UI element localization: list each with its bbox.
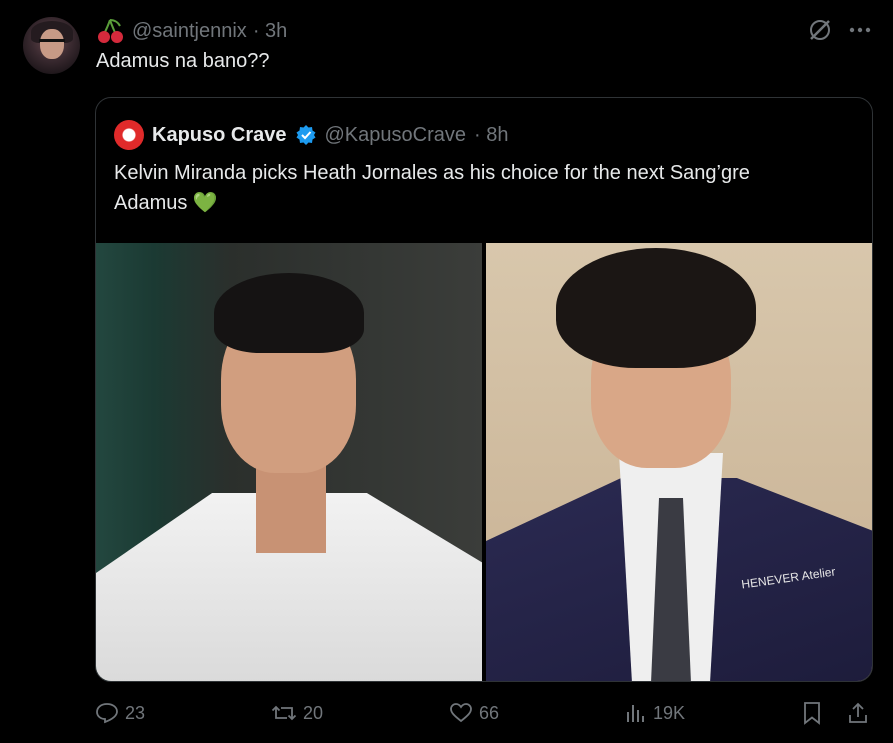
hair-left [214, 273, 364, 353]
hair-right [556, 248, 756, 368]
reply-button[interactable]: 23 [95, 698, 145, 728]
quoted-tweet-media: HENEVER Atelier [96, 243, 872, 681]
quoted-author-handle[interactable]: @KapusoCrave [325, 124, 466, 147]
repost-count: 20 [303, 702, 324, 723]
grok-icon[interactable] [807, 17, 833, 43]
reply-icon [96, 703, 118, 724]
quoted-author-name[interactable]: Kapuso Crave [152, 124, 287, 147]
views-button[interactable]: 19K [625, 698, 685, 728]
author-avatar[interactable] [23, 17, 80, 74]
photo-left[interactable] [96, 243, 482, 681]
avatar-glasses [39, 39, 65, 48]
view-count: 19K [653, 702, 686, 723]
verified-badge-icon [296, 125, 315, 145]
kapuso-logo-icon[interactable] [114, 120, 144, 150]
tweet-header: @saintjennix · 3h [96, 17, 287, 45]
share-button[interactable] [847, 698, 869, 728]
repost-icon [271, 705, 297, 721]
tweet-text: Adamus na bano?? [96, 50, 270, 72]
tweet-time[interactable]: · 3h [253, 20, 287, 43]
quoted-tweet-line-2: Adamus 💚 [114, 192, 218, 214]
bookmark-icon [804, 702, 820, 725]
quoted-tweet[interactable]: Kapuso Crave @KapusoCrave · 8h Kelvin Mi… [95, 97, 873, 682]
tweet-actions: 23 20 66 19K [95, 698, 875, 728]
photo-right[interactable]: HENEVER Atelier [486, 243, 872, 681]
like-count: 66 [479, 702, 500, 723]
like-button[interactable]: 66 [449, 698, 499, 728]
tweet-top-actions [807, 17, 871, 43]
repost-button[interactable]: 20 [271, 698, 323, 728]
quoted-tweet-line-1: Kelvin Miranda picks Heath Jornales as h… [114, 162, 750, 184]
bookmark-button[interactable] [801, 698, 823, 728]
reply-count: 23 [125, 702, 146, 723]
cherry-emoji-icon [98, 19, 123, 43]
views-icon [627, 705, 644, 722]
quoted-tweet-header: Kapuso Crave @KapusoCrave · 8h [114, 120, 508, 150]
share-icon [849, 702, 867, 723]
heart-icon [450, 703, 472, 723]
more-options-icon[interactable] [849, 27, 871, 33]
quoted-tweet-text: Kelvin Miranda picks Heath Jornales as h… [114, 158, 854, 218]
author-handle[interactable]: @saintjennix [132, 20, 247, 43]
quoted-tweet-time[interactable]: · 8h [474, 124, 508, 147]
